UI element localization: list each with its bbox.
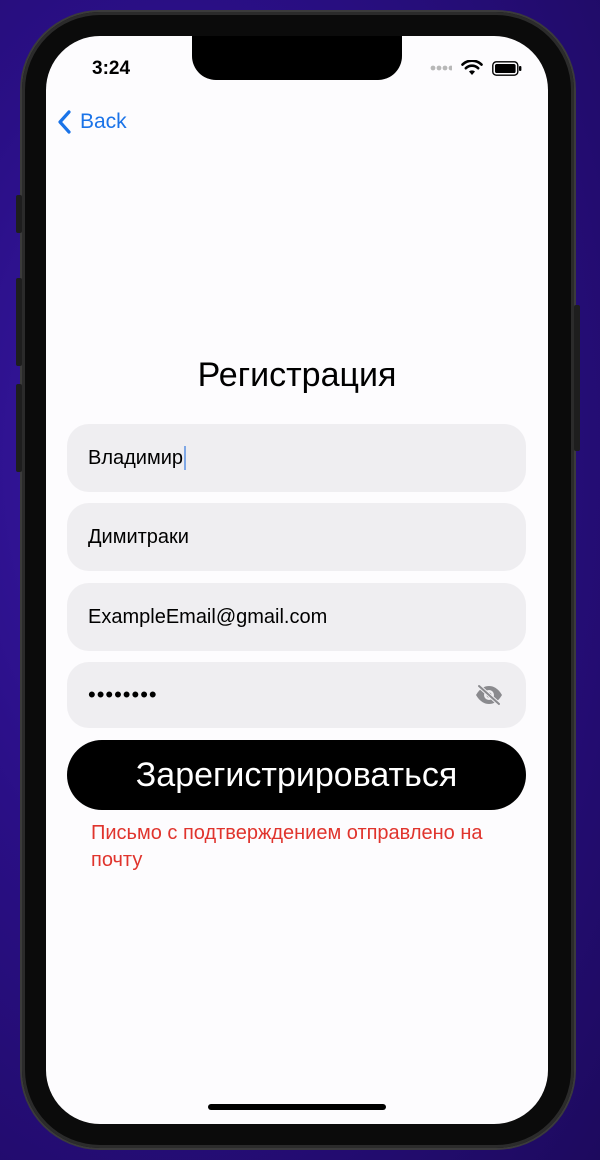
email-field[interactable]: ExampleEmail@gmail.com <box>67 583 526 651</box>
first-name-value: Владимир <box>88 446 184 469</box>
register-button[interactable]: Зарегистрироваться <box>67 740 526 810</box>
silent-switch <box>16 195 22 233</box>
cellular-dots-icon <box>430 65 452 71</box>
last-name-field[interactable]: Димитраки <box>67 503 526 571</box>
notch <box>192 36 402 80</box>
home-indicator[interactable] <box>208 1104 386 1110</box>
last-name-value: Димитраки <box>88 525 189 548</box>
chevron-left-icon <box>58 110 71 134</box>
wifi-icon <box>461 60 483 75</box>
back-button[interactable]: Back <box>58 110 127 134</box>
password-field[interactable]: •••••••• <box>67 662 526 728</box>
password-value: •••••••• <box>88 682 158 707</box>
battery-icon <box>492 60 522 76</box>
app-screen: 3:24 Back Регистрация Владимир Димитраки… <box>46 36 548 1124</box>
first-name-field[interactable]: Владимир <box>67 424 526 492</box>
power-button <box>574 305 580 451</box>
status-icons <box>430 60 522 76</box>
volume-up-button <box>16 278 22 366</box>
email-value: ExampleEmail@gmail.com <box>88 605 328 628</box>
eye-slash-icon[interactable] <box>474 684 504 706</box>
status-message: Письмо с подтверждением отправлено на по… <box>91 822 483 871</box>
text-cursor <box>184 446 187 470</box>
page-title: Регистрация <box>197 356 397 394</box>
volume-down-button <box>16 384 22 472</box>
status-time: 3:24 <box>92 58 131 79</box>
back-label: Back <box>80 110 127 133</box>
